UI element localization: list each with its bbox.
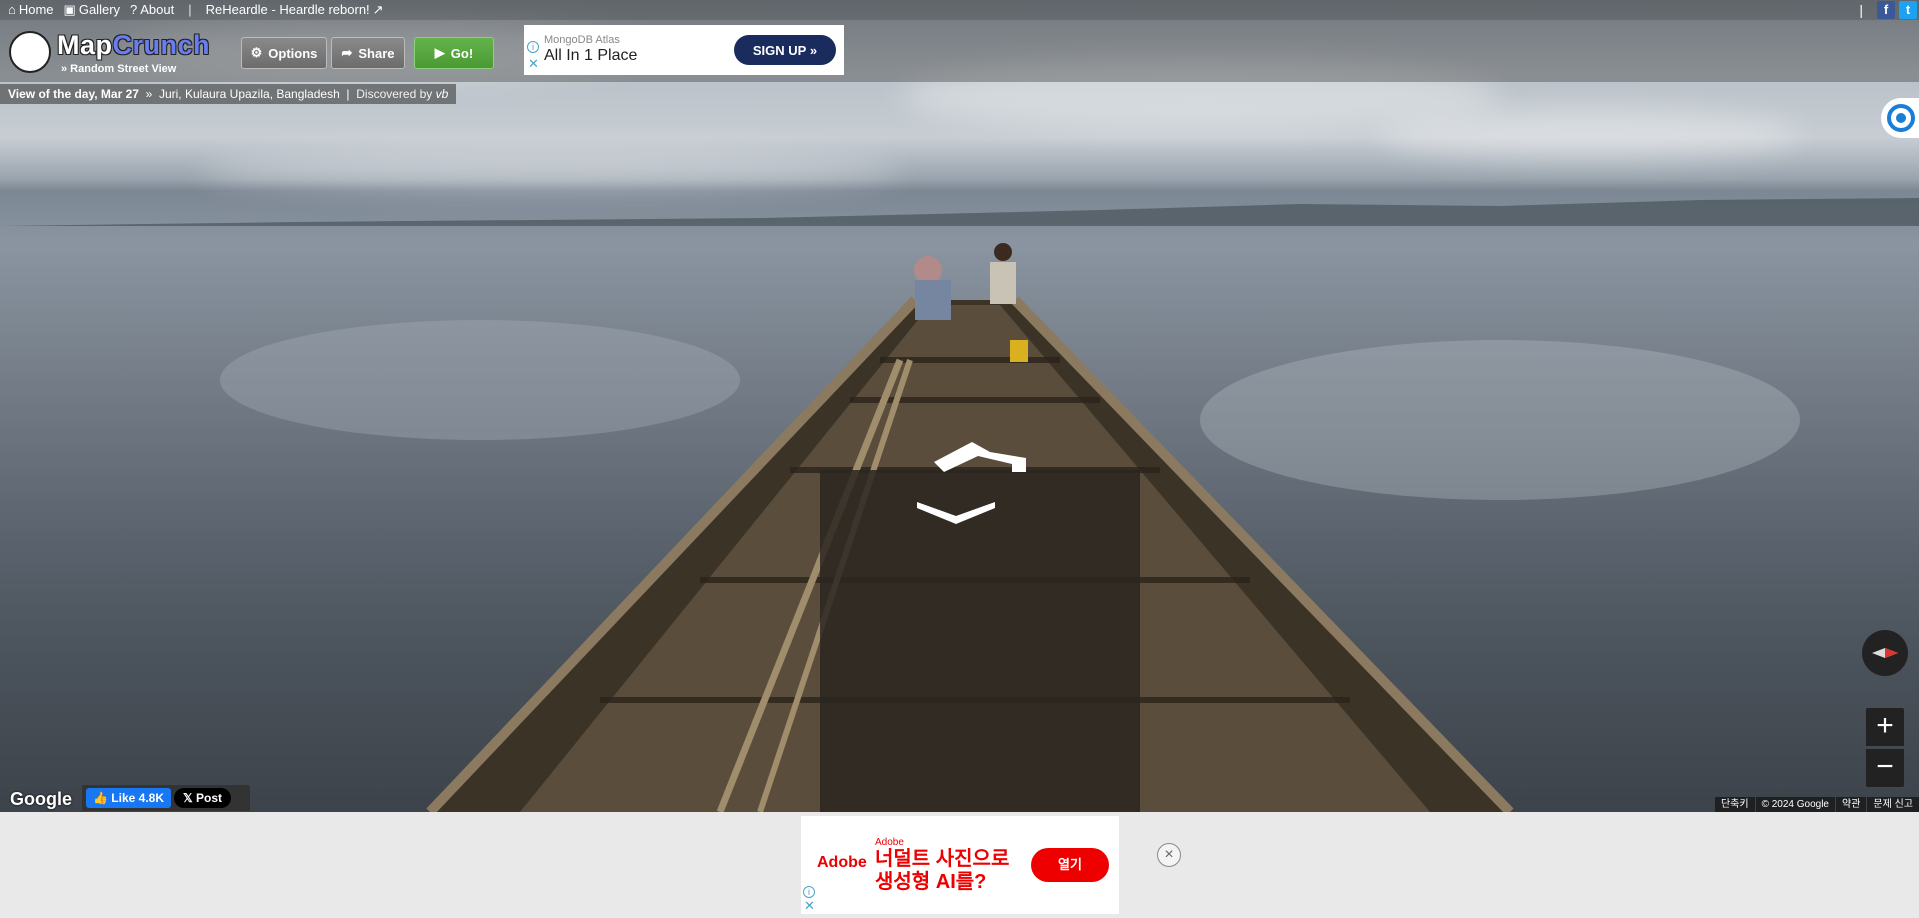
x-icon: 𝕏 [183, 791, 193, 805]
map-credits: 단축키 © 2024 Google 약관 문제 신고 [1714, 797, 1919, 812]
keyboard-shortcuts-link[interactable]: 단축키 [1714, 797, 1755, 812]
nav-gallery[interactable]: ▣ Gallery [64, 0, 120, 20]
adobe-ad[interactable]: Adobe Adobe 너덜트 사진으로 생성형 AI를? 열기 i ✕ [801, 816, 1119, 914]
fb-like-label: Like 4.8K [111, 791, 164, 805]
ad-bottom-info-icon[interactable]: i [803, 886, 815, 898]
ad-bottom-x-icon[interactable]: ✕ [803, 899, 816, 913]
social-links: | f t [1859, 1, 1917, 19]
report-problem-link[interactable]: 문제 신고 [1867, 797, 1919, 812]
options-label: Options [268, 45, 318, 61]
move-forward-arrow[interactable] [930, 436, 1030, 472]
compass-control[interactable] [1862, 630, 1908, 676]
ad-bottom-message-line2: 생성형 AI를? [875, 871, 987, 893]
ad-tagline: All In 1 Place [544, 47, 638, 64]
ad-signup-label: SIGN UP [752, 42, 807, 58]
ad-bottom-message-line1: 너덜트 사진으로 [875, 848, 1010, 870]
double-chevron-right-icon: » [809, 42, 818, 58]
move-back-arrow[interactable] [915, 500, 997, 524]
adobe-logo: Adobe [817, 854, 867, 871]
logo-wordmark: MapCrunch [57, 30, 210, 61]
spin-button[interactable] [1881, 98, 1919, 138]
logo-crunch-text: Crunch [112, 30, 210, 60]
thumbs-up-icon: 👍 [93, 791, 108, 805]
twitter-icon[interactable]: t [1899, 1, 1917, 19]
nav-about[interactable]: ? About [130, 0, 174, 20]
votd-discovered: Discovered by [356, 87, 433, 101]
ad-close-icon[interactable]: ✕ [527, 57, 540, 71]
votd-location: Juri, Kulaura Upazila, Bangladesh [158, 87, 340, 101]
nav-gallery-label: Gallery [78, 2, 121, 17]
facebook-icon[interactable]: f [1877, 1, 1895, 19]
ad-signup-button[interactable]: SIGN UP » [734, 35, 836, 65]
share-label: Share [358, 45, 395, 61]
options-button[interactable]: ⚙ Options [241, 37, 327, 69]
ad-bottom-message: 너덜트 사진으로 생성형 AI를? [875, 848, 1009, 894]
ad-info-icon[interactable]: i [527, 41, 539, 53]
chevron-icon: » [142, 87, 156, 101]
social-separator: | [1859, 2, 1863, 18]
wooden-boat [220, 243, 1800, 812]
share-button[interactable]: ➦ Share [331, 37, 405, 69]
votd-label[interactable]: View of the day, Mar 27 [8, 87, 139, 101]
terms-link[interactable]: 약관 [1836, 797, 1867, 812]
external-link-icon: ↗ [372, 2, 384, 17]
nav-home-label: Home [18, 2, 54, 17]
x-post-label: Post [196, 791, 223, 805]
swirl-icon [1887, 104, 1915, 132]
ad-bottom-open-button[interactable]: 열기 [1031, 848, 1109, 882]
compass-icon [1872, 648, 1898, 658]
google-logo: Google [10, 789, 72, 809]
header-bar: MapCrunch » Random Street View ⚙ Options… [0, 20, 1919, 82]
go-label: Go! [450, 45, 474, 61]
mapcrunch-logo[interactable]: MapCrunch » Random Street View [9, 28, 210, 76]
nav-about-label: About [140, 2, 175, 17]
play-icon: ▶ [434, 45, 445, 60]
votd-author[interactable]: vb [436, 87, 449, 101]
x-post-button[interactable]: 𝕏 Post [174, 788, 232, 808]
image-icon: ▣ [63, 2, 76, 17]
gears-icon: ⚙ [250, 45, 263, 60]
zoom-in-button[interactable]: + [1866, 708, 1904, 746]
ad-brand: MongoDB Atlas [544, 34, 620, 46]
logo-map-text: Map [57, 30, 113, 60]
nav-home[interactable]: ⌂ Home [8, 0, 54, 20]
street-view-panorama[interactable] [0, 0, 1919, 812]
mongodb-ad[interactable]: i ✕ MongoDB Atlas All In 1 Place SIGN UP… [524, 25, 844, 75]
facebook-like-button[interactable]: 👍 Like 4.8K [86, 788, 171, 808]
home-icon: ⌂ [8, 2, 16, 17]
share-icon: ➦ [341, 45, 353, 60]
close-ad-button[interactable]: × [1157, 843, 1181, 867]
question-icon: ? [130, 2, 138, 17]
ad-bottom-brand: Adobe [875, 837, 904, 848]
copyright-text: © 2024 Google [1755, 797, 1835, 812]
votd-separator: | [343, 87, 353, 101]
view-of-the-day-bar: View of the day, Mar 27 » Juri, Kulaura … [0, 84, 457, 104]
social-share-bar: 👍 Like 4.8K 𝕏 Post [82, 785, 250, 811]
nav-separator: | [188, 2, 192, 17]
zoom-out-button[interactable]: − [1866, 749, 1904, 787]
promo-link[interactable]: ReHeardle - Heardle reborn! ↗ [206, 0, 384, 20]
top-nav-bar: ⌂ Home ▣ Gallery ? About | ReHeardle - H… [0, 0, 1919, 20]
promo-label: ReHeardle - Heardle reborn! [205, 2, 370, 17]
logo-tagline: » Random Street View [61, 63, 177, 75]
globe-icon [9, 31, 51, 73]
go-button[interactable]: ▶ Go! [414, 37, 494, 69]
